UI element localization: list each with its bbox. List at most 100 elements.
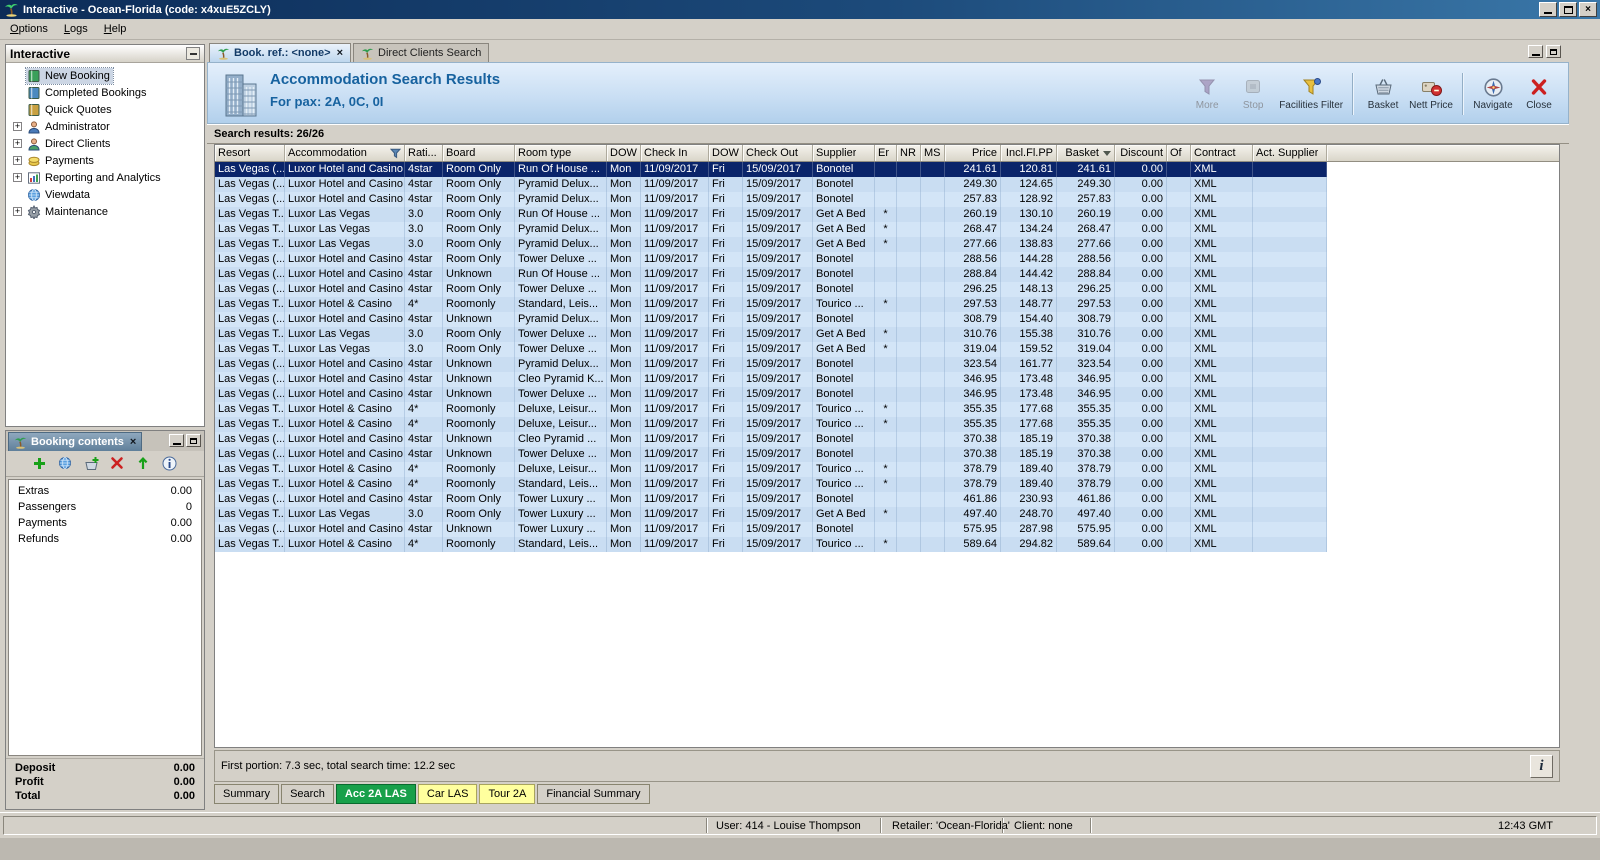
table-row[interactable]: Las Vegas T... Luxor Las Vegas 3.0 Room Onl…	[215, 507, 1559, 522]
table-row[interactable]: Las Vegas (... Luxor Hotel and Casino 4sta…	[215, 282, 1559, 297]
expand-icon[interactable]: +	[13, 122, 22, 131]
column-header-price[interactable]: Price	[945, 145, 1001, 161]
close-tab-icon[interactable]: ×	[337, 47, 343, 59]
column-header-check-out[interactable]: Check Out	[743, 145, 813, 161]
info-button[interactable]: i	[1530, 754, 1553, 778]
table-row[interactable]: Las Vegas (... Luxor Hotel and Casino 4sta…	[215, 267, 1559, 282]
table-row[interactable]: Las Vegas T... Luxor Hotel & Casino 4* Room…	[215, 297, 1559, 312]
world-icon[interactable]	[58, 456, 74, 472]
expand-icon[interactable]: +	[13, 156, 22, 165]
sidebar-item-administrator[interactable]: + Administrator	[6, 118, 204, 135]
bottom-tab-summary[interactable]: Summary	[214, 784, 280, 804]
column-header-room-type[interactable]: Room type	[515, 145, 607, 161]
table-row[interactable]: Las Vegas T... Luxor Hotel & Casino 4* Room…	[215, 462, 1559, 477]
sidebar-item-completed-bookings[interactable]: Completed Bookings	[6, 84, 204, 101]
column-header-of[interactable]: Of	[1167, 145, 1191, 161]
table-row[interactable]: Las Vegas (... Luxor Hotel and Casino 4sta…	[215, 387, 1559, 402]
panel-minimize-button[interactable]	[169, 434, 184, 447]
sidebar-item-quick-quotes[interactable]: Quick Quotes	[6, 101, 204, 118]
collapse-panel-button[interactable]	[186, 47, 200, 60]
column-header-resort[interactable]: Resort	[215, 145, 285, 161]
table-row[interactable]: Las Vegas (... Luxor Hotel and Casino 4sta…	[215, 192, 1559, 207]
menu-options[interactable]: Options	[2, 20, 56, 38]
menu-logs[interactable]: Logs	[56, 20, 96, 38]
navigate-button[interactable]: Navigate	[1470, 76, 1516, 111]
bottom-tab-tour-2a[interactable]: Tour 2A	[479, 784, 536, 804]
close-panel-icon[interactable]: ×	[128, 436, 136, 448]
expand-icon[interactable]: +	[13, 139, 22, 148]
table-row[interactable]: Las Vegas T... Luxor Hotel & Casino 4* Room…	[215, 537, 1559, 552]
bottom-tab-car-las[interactable]: Car LAS	[417, 784, 478, 804]
move-up-icon[interactable]	[136, 456, 152, 472]
table-row[interactable]: Las Vegas T... Luxor Las Vegas 3.0 Room Onl…	[215, 237, 1559, 252]
table-row[interactable]: Las Vegas (... Luxor Hotel and Casino 4sta…	[215, 522, 1559, 537]
table-row[interactable]: Las Vegas (... Luxor Hotel and Casino 4sta…	[215, 252, 1559, 267]
tab-book-ref-none[interactable]: Book. ref.: <none> ×	[209, 43, 352, 62]
more-button[interactable]: More	[1184, 76, 1230, 111]
close-button[interactable]: Close	[1516, 76, 1562, 111]
column-header-incl-fl-pp[interactable]: Incl.Fl.PP	[1001, 145, 1057, 161]
info-icon[interactable]	[162, 456, 178, 472]
column-header-dow[interactable]: DOW	[709, 145, 743, 161]
bottom-tab-financial-summary[interactable]: Financial Summary	[537, 784, 650, 804]
table-row[interactable]: Las Vegas T... Luxor Las Vegas 3.0 Room Onl…	[215, 342, 1559, 357]
table-row[interactable]: Las Vegas T... Luxor Las Vegas 3.0 Room Onl…	[215, 207, 1559, 222]
sidebar-item-direct-clients[interactable]: + Direct Clients	[6, 135, 204, 152]
sidebar-item-new-booking[interactable]: New Booking	[6, 66, 204, 85]
column-header-nr[interactable]: NR	[897, 145, 921, 161]
column-header-rati[interactable]: Rati...	[405, 145, 443, 161]
table-row[interactable]: Las Vegas (... Luxor Hotel and Casino 4sta…	[215, 372, 1559, 387]
booking-row-extras[interactable]: Extras 0.00	[9, 483, 201, 499]
booking-row-passengers[interactable]: Passengers 0	[9, 499, 201, 515]
bottom-tab-acc-2a-las[interactable]: Acc 2A LAS	[335, 784, 416, 804]
column-header-ms[interactable]: MS	[921, 145, 945, 161]
nett-price-button[interactable]: Nett Price	[1406, 76, 1456, 111]
expand-icon[interactable]: +	[13, 207, 22, 216]
mdi-minimize-button[interactable]	[1528, 45, 1543, 58]
table-row[interactable]: Las Vegas T... Luxor Hotel & Casino 4* Room…	[215, 477, 1559, 492]
column-header-contract[interactable]: Contract	[1191, 145, 1253, 161]
column-header-board[interactable]: Board	[443, 145, 515, 161]
panel-restore-button[interactable]	[186, 434, 201, 447]
add-icon[interactable]	[32, 456, 48, 472]
basket-add-icon[interactable]	[84, 456, 100, 472]
booking-row-refunds[interactable]: Refunds 0.00	[9, 531, 201, 547]
sidebar-item-payments[interactable]: + Payments	[6, 152, 204, 169]
table-row[interactable]: Las Vegas (... Luxor Hotel and Casino 4sta…	[215, 162, 1559, 177]
facilities-filter-button[interactable]: Facilities Filter	[1276, 76, 1346, 111]
table-row[interactable]: Las Vegas (... Luxor Hotel and Casino 4sta…	[215, 177, 1559, 192]
table-row[interactable]: Las Vegas (... Luxor Hotel and Casino 4sta…	[215, 312, 1559, 327]
bottom-tab-search[interactable]: Search	[281, 784, 334, 804]
column-header-basket[interactable]: Basket	[1057, 145, 1115, 161]
table-row[interactable]: Las Vegas (... Luxor Hotel and Casino 4sta…	[215, 357, 1559, 372]
sidebar-item-maintenance[interactable]: + Maintenance	[6, 203, 204, 220]
column-header-check-in[interactable]: Check In	[641, 145, 709, 161]
table-row[interactable]: Las Vegas (... Luxor Hotel and Casino 4sta…	[215, 492, 1559, 507]
table-row[interactable]: Las Vegas T... Luxor Las Vegas 3.0 Room Onl…	[215, 222, 1559, 237]
column-header-dow[interactable]: DOW	[607, 145, 641, 161]
table-row[interactable]: Las Vegas (... Luxor Hotel and Casino 4sta…	[215, 447, 1559, 462]
close-window-button[interactable]: ×	[1579, 2, 1597, 17]
menu-help[interactable]: Help	[96, 20, 135, 38]
table-row[interactable]: Las Vegas T... Luxor Las Vegas 3.0 Room Onl…	[215, 327, 1559, 342]
mdi-restore-button[interactable]	[1546, 45, 1561, 58]
stop-button[interactable]: Stop	[1230, 76, 1276, 111]
column-header-supplier[interactable]: Supplier	[813, 145, 875, 161]
booking-row-payments[interactable]: Payments 0.00	[9, 515, 201, 531]
column-header-discount[interactable]: Discount	[1115, 145, 1167, 161]
column-header-act-supplier[interactable]: Act. Supplier	[1253, 145, 1327, 161]
table-row[interactable]: Las Vegas T... Luxor Hotel & Casino 4* Room…	[215, 402, 1559, 417]
tab-direct-clients-search[interactable]: Direct Clients Search	[353, 43, 490, 62]
sidebar-item-reporting-and-analytics[interactable]: + Reporting and Analytics	[6, 169, 204, 186]
column-header-accommodation[interactable]: Accommodation	[285, 145, 405, 161]
maximize-button[interactable]	[1559, 2, 1577, 17]
sidebar-item-viewdata[interactable]: Viewdata	[6, 186, 204, 203]
column-header-er[interactable]: Er	[875, 145, 897, 161]
table-row[interactable]: Las Vegas (... Luxor Hotel and Casino 4sta…	[215, 432, 1559, 447]
minimize-button[interactable]	[1539, 2, 1557, 17]
delete-icon[interactable]	[110, 456, 126, 472]
basket-button[interactable]: Basket	[1360, 76, 1406, 111]
booking-contents-tab[interactable]: Booking contents ×	[8, 432, 143, 451]
table-row[interactable]: Las Vegas T... Luxor Hotel & Casino 4* Room…	[215, 417, 1559, 432]
expand-icon[interactable]: +	[13, 173, 22, 182]
